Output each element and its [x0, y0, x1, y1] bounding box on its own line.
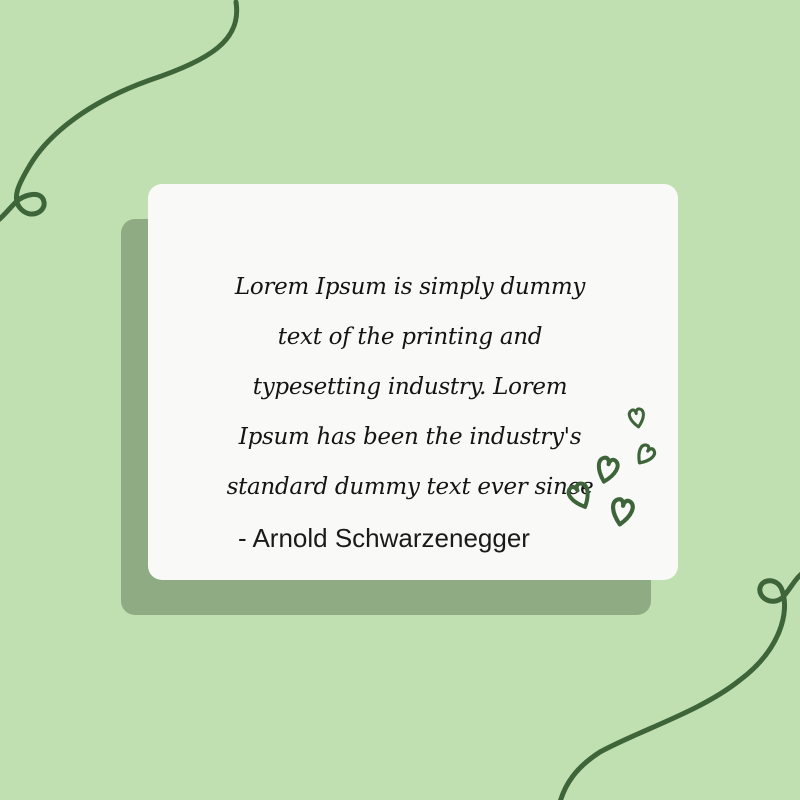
- quote-line: Ipsum has been the industry's: [238, 424, 582, 450]
- quote-line: typesetting industry. Lorem: [252, 374, 568, 400]
- heart-icon: [637, 443, 657, 465]
- quote-line: standard dummy text ever since: [226, 474, 594, 500]
- quote-text: Lorem Ipsum is simply dummy text of the …: [205, 262, 615, 512]
- quote-graphic: Lorem Ipsum is simply dummy text of the …: [0, 0, 800, 800]
- heart-icon: [596, 455, 620, 484]
- quote-line: Lorem Ipsum is simply dummy: [234, 274, 586, 300]
- hearts-cluster: [566, 407, 657, 527]
- heart-icon: [627, 407, 645, 429]
- heart-icon: [610, 497, 635, 527]
- quote-line: text of the printing and: [277, 324, 543, 350]
- heart-icon: [566, 481, 590, 509]
